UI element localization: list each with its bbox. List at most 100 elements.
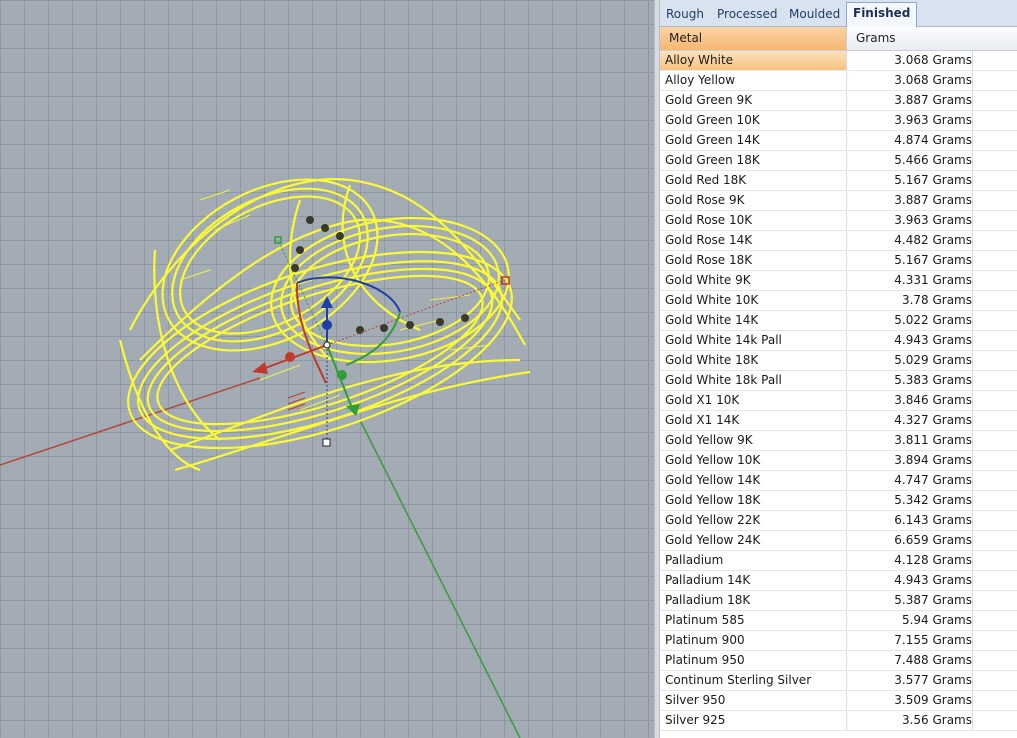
table-body: Alloy White 3.068 Grams Alloy Yellow 3.068 …	[660, 51, 1017, 731]
metal-name-cell: Platinum 900	[660, 631, 847, 650]
table-row[interactable]: Gold Yellow 18K 5.342 Grams	[660, 491, 1017, 511]
grams-cell: 3.068 Grams	[847, 71, 973, 90]
grams-cell: 4.943 Grams	[847, 571, 973, 590]
metal-name-cell: Alloy White	[660, 51, 847, 70]
table-row[interactable]: Gold White 14K 5.022 Grams	[660, 311, 1017, 331]
table-row[interactable]: Gold Rose 14K 4.482 Grams	[660, 231, 1017, 251]
grams-cell: 7.155 Grams	[847, 631, 973, 650]
metal-name-cell: Gold Green 18K	[660, 151, 847, 170]
grams-cell: 5.167 Grams	[847, 251, 973, 270]
table-row[interactable]: Gold White 18k Pall 5.383 Grams	[660, 371, 1017, 391]
grams-cell: 4.943 Grams	[847, 331, 973, 350]
table-row[interactable]: Gold X1 10K 3.846 Grams	[660, 391, 1017, 411]
grams-cell: 5.022 Grams	[847, 311, 973, 330]
grams-cell: 3.887 Grams	[847, 191, 973, 210]
grams-cell: 5.466 Grams	[847, 151, 973, 170]
metal-name-cell: Gold Rose 18K	[660, 251, 847, 270]
metal-name-cell: Gold Yellow 9K	[660, 431, 847, 450]
table-row[interactable]: Silver 950 3.509 Grams	[660, 691, 1017, 711]
metal-name-cell: Gold Rose 10K	[660, 211, 847, 230]
metal-name-cell: Gold Yellow 10K	[660, 451, 847, 470]
grams-cell: 3.963 Grams	[847, 111, 973, 130]
metal-name-cell: Gold Yellow 14K	[660, 471, 847, 490]
table-row[interactable]: Gold Rose 9K 3.887 Grams	[660, 191, 1017, 211]
table-row[interactable]: Platinum 950 7.488 Grams	[660, 651, 1017, 671]
column-header-grams[interactable]: Grams	[847, 27, 1017, 50]
tab-bar: Rough Processed Moulded Finished	[660, 0, 1017, 27]
table-row[interactable]: Palladium 18K 5.387 Grams	[660, 591, 1017, 611]
table-row[interactable]: Gold Yellow 24K 6.659 Grams	[660, 531, 1017, 551]
metal-name-cell: Platinum 585	[660, 611, 847, 630]
table-row[interactable]: Gold X1 14K 4.327 Grams	[660, 411, 1017, 431]
table-row[interactable]: Gold Green 9K 3.887 Grams	[660, 91, 1017, 111]
table-row[interactable]: Gold Green 18K 5.466 Grams	[660, 151, 1017, 171]
table-row[interactable]: Silver 925 3.56 Grams	[660, 711, 1017, 731]
table-row[interactable]: Gold Yellow 22K 6.143 Grams	[660, 511, 1017, 531]
ring-wireframe[interactable]	[105, 145, 535, 488]
viewport-scene	[0, 145, 535, 738]
table-row[interactable]: Gold White 18K 5.029 Grams	[660, 351, 1017, 371]
table-row[interactable]: Gold Rose 18K 5.167 Grams	[660, 251, 1017, 271]
table-row[interactable]: Alloy Yellow 3.068 Grams	[660, 71, 1017, 91]
3d-viewport[interactable]	[0, 0, 654, 738]
grams-cell: 4.331 Grams	[847, 271, 973, 290]
table-row[interactable]: Gold Green 14K 4.874 Grams	[660, 131, 1017, 151]
grams-cell: 3.78 Grams	[847, 291, 973, 310]
table-row[interactable]: Alloy White 3.068 Grams	[660, 51, 1017, 71]
grams-cell: 3.068 Grams	[847, 51, 973, 70]
tab-finished[interactable]: Finished	[846, 2, 918, 27]
grams-cell: 5.342 Grams	[847, 491, 973, 510]
grams-cell: 3.887 Grams	[847, 91, 973, 110]
grams-cell: 4.747 Grams	[847, 471, 973, 490]
table-row[interactable]: Gold Green 10K 3.963 Grams	[660, 111, 1017, 131]
metal-name-cell: Gold White 14K	[660, 311, 847, 330]
grams-cell: 3.56 Grams	[847, 711, 973, 730]
metal-weights-table: Metal Grams Alloy White 3.068 Grams Alloy …	[660, 27, 1017, 731]
metal-name-cell: Palladium	[660, 551, 847, 570]
grams-cell: 4.482 Grams	[847, 231, 973, 250]
metal-name-cell: Gold Green 10K	[660, 111, 847, 130]
tab-processed[interactable]: Processed	[711, 4, 784, 26]
metal-name-cell: Palladium 18K	[660, 591, 847, 610]
column-header-metal[interactable]: Metal	[660, 27, 847, 50]
table-row[interactable]: Gold Yellow 10K 3.894 Grams	[660, 451, 1017, 471]
tab-moulded[interactable]: Moulded	[783, 4, 846, 26]
metal-name-cell: Silver 950	[660, 691, 847, 710]
metal-name-cell: Gold Yellow 22K	[660, 511, 847, 530]
table-row[interactable]: Continum Sterling Silver 3.577 Grams	[660, 671, 1017, 691]
metal-name-cell: Gold White 18K	[660, 351, 847, 370]
table-row[interactable]: Palladium 4.128 Grams	[660, 551, 1017, 571]
grams-cell: 3.811 Grams	[847, 431, 973, 450]
grams-cell: 4.327 Grams	[847, 411, 973, 430]
metal-name-cell: Alloy Yellow	[660, 71, 847, 90]
table-row[interactable]: Platinum 585 5.94 Grams	[660, 611, 1017, 631]
tab-rough[interactable]: Rough	[660, 4, 710, 26]
table-header: Metal Grams	[660, 27, 1017, 51]
table-row[interactable]: Gold Rose 10K 3.963 Grams	[660, 211, 1017, 231]
grams-cell: 7.488 Grams	[847, 651, 973, 670]
grams-cell: 3.577 Grams	[847, 671, 973, 690]
table-row[interactable]: Gold Yellow 14K 4.747 Grams	[660, 471, 1017, 491]
grams-cell: 6.659 Grams	[847, 531, 973, 550]
grams-cell: 5.94 Grams	[847, 611, 973, 630]
metal-name-cell: Gold X1 14K	[660, 411, 847, 430]
table-row[interactable]: Gold Yellow 9K 3.811 Grams	[660, 431, 1017, 451]
metal-name-cell: Silver 925	[660, 711, 847, 730]
table-row[interactable]: Gold Red 18K 5.167 Grams	[660, 171, 1017, 191]
table-row[interactable]: Platinum 900 7.155 Grams	[660, 631, 1017, 651]
table-row[interactable]: Palladium 14K 4.943 Grams	[660, 571, 1017, 591]
grams-cell: 5.387 Grams	[847, 591, 973, 610]
table-row[interactable]: Gold White 10K 3.78 Grams	[660, 291, 1017, 311]
grams-cell: 6.143 Grams	[847, 511, 973, 530]
metal-name-cell: Platinum 950	[660, 651, 847, 670]
grams-cell: 5.029 Grams	[847, 351, 973, 370]
scale-handle-icon[interactable]	[322, 438, 331, 447]
grams-cell: 4.874 Grams	[847, 131, 973, 150]
table-row[interactable]: Gold White 14k Pall 4.943 Grams	[660, 331, 1017, 351]
metal-name-cell: Gold Red 18K	[660, 171, 847, 190]
metal-name-cell: Gold Yellow 18K	[660, 491, 847, 510]
metal-name-cell: Palladium 14K	[660, 571, 847, 590]
metal-name-cell: Gold Green 14K	[660, 131, 847, 150]
table-row[interactable]: Gold White 9K 4.331 Grams	[660, 271, 1017, 291]
metal-name-cell: Gold X1 10K	[660, 391, 847, 410]
